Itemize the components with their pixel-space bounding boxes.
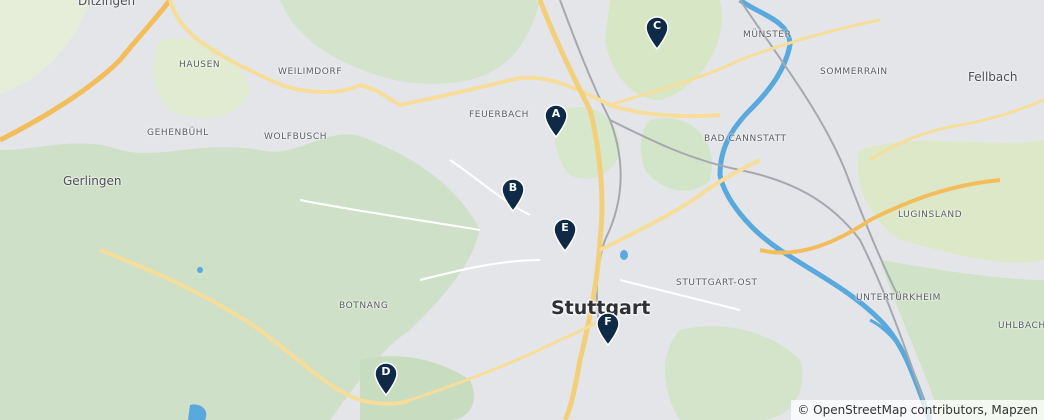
place-label-gerlingen: Gerlingen	[63, 174, 122, 188]
place-label-uhlbach: UHLBACH	[998, 321, 1044, 331]
place-label-sommerrain: SOMMERRAIN	[820, 67, 888, 77]
place-label-untertuerkheim: UNTERTÜRKHEIM	[856, 293, 942, 303]
place-label-wolfbusch: WOLFBUSCH	[264, 132, 328, 142]
map-marker-a[interactable]: A	[544, 104, 568, 138]
place-label-stuttgart-ost: STUTTGART-OST	[676, 278, 758, 288]
map-marker-label: A	[551, 107, 561, 120]
map-marker-label: D	[381, 365, 391, 378]
map-marker-c[interactable]: C	[645, 16, 669, 50]
place-label-bad-cannstatt: BAD CANNSTATT	[704, 134, 787, 144]
map-marker-label: E	[561, 221, 569, 234]
place-label-gehenbuehl: GEHENBÜHL	[147, 128, 209, 138]
map[interactable]: Ditzingen HAUSEN WEILIMDORF FEUERBACH GE…	[0, 0, 1044, 420]
place-label-feuerbach: FEUERBACH	[469, 110, 530, 120]
place-label-botnang: BOTNANG	[339, 301, 389, 311]
place-label-ditzingen: Ditzingen	[78, 0, 136, 8]
map-marker-label: B	[508, 181, 518, 194]
place-label-weilimdorf: WEILIMDORF	[278, 67, 343, 77]
map-attribution[interactable]: © OpenStreetMap contributors, Mapzen	[791, 400, 1044, 420]
place-label-luginsland: LUGINSLAND	[898, 210, 963, 220]
map-marker-e[interactable]: E	[553, 218, 577, 252]
map-marker-label: C	[652, 19, 662, 32]
map-marker-b[interactable]: B	[501, 178, 525, 212]
map-marker-label: F	[604, 315, 612, 328]
place-label-muenster: MÜNSTER	[743, 30, 792, 40]
place-label-hausen: HAUSEN	[179, 60, 221, 70]
map-marker-f[interactable]: F	[596, 312, 620, 346]
map-marker-d[interactable]: D	[374, 362, 398, 396]
place-label-fellbach: Fellbach	[968, 70, 1018, 84]
